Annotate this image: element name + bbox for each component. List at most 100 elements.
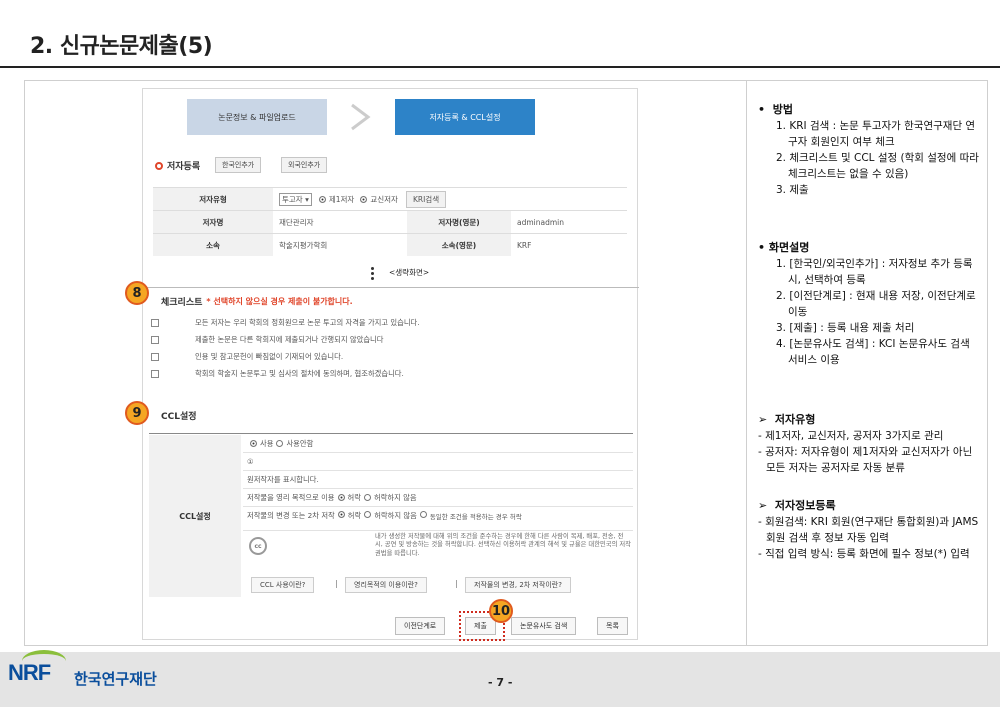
type-controls: 투고자 ▾ 제1저자 교신저자 KRI검색	[275, 188, 627, 210]
kri-search-button[interactable]: KRI검색	[405, 190, 447, 208]
method-item: 1. KRI 검색 : 논문 투고자가 한국연구재단 연구자 회원인지 여부 체…	[776, 120, 976, 148]
checkbox[interactable]	[151, 353, 159, 361]
author-row-affiliation: 소속 학술지평가학회 소속(영문) KRF	[153, 233, 627, 256]
screen-heading-text: 화면설명	[768, 241, 810, 254]
commercial-label: 저작물을 영리 목적으로 이용	[247, 492, 335, 502]
org-name: 한국연구재단	[74, 670, 157, 688]
ccl-use-radio[interactable]	[250, 440, 257, 447]
ccl-info-row: ①	[243, 453, 633, 471]
checkbox[interactable]	[151, 319, 159, 327]
name-en-value[interactable]: adminadmin	[513, 211, 627, 233]
checklist-item-label: 학회의 학술지 논문투고 및 심사의 절차에 동의하며, 협조하겠습니다.	[195, 369, 404, 378]
corresponding-radio[interactable]	[360, 195, 368, 203]
change-yes-label: 허락	[347, 511, 362, 520]
nrf-logo: NRF	[8, 660, 51, 685]
commercial-yes-label: 허락	[347, 492, 361, 502]
name-value[interactable]: 재단관리자	[275, 211, 405, 233]
author-info-section: ➢ 저자정보등록 - 회원검색: KRI 회원(연구재단 통합회원)과 JAMS…	[758, 498, 980, 562]
commercial-no-radio[interactable]	[363, 494, 371, 501]
callout-badge-9: 9	[125, 401, 149, 425]
author-type-value: 투고자	[282, 194, 303, 204]
method-item: 2. 체크리스트 및 CCL 설정 (학회 설정에 따라 체크리스트는 없을 수…	[776, 152, 979, 180]
commercial-no-label: 허락하지 않음	[373, 492, 417, 502]
name-label: 저자명	[153, 211, 273, 233]
checklist-item-label: 모든 저자는 우리 학회의 정회원으로 논문 투고의 자격을 가지고 있습니다.	[195, 318, 420, 327]
author-type-select[interactable]: 투고자 ▾	[279, 192, 312, 206]
commercial-yes-radio[interactable]	[337, 494, 345, 501]
first-author-label: 제1저자	[328, 194, 355, 204]
add-foreign-button[interactable]: 외국인추가	[281, 157, 328, 173]
author-type-item: - 공저자: 저자유형이 제1저자와 교신저자가 아닌 모든 저자는 공저자로 …	[758, 446, 973, 474]
method-item: 3. 제출	[776, 184, 809, 196]
affil-en-label: 소속(영문)	[407, 234, 511, 256]
checklist-warning: * 선택하지 않으실 경우 제출이 불가합니다.	[206, 297, 353, 306]
similarity-search-button[interactable]: 논문유사도 검색	[511, 617, 577, 635]
creative-commons-icon: cc	[249, 537, 267, 555]
checkbox[interactable]	[151, 336, 159, 344]
callout-badge-8: 8	[125, 281, 149, 305]
corresponding-label: 교신저자	[370, 194, 398, 204]
method-heading: • 방법	[758, 103, 793, 116]
change-label: 저작물의 변경 또는 2차 저작	[247, 511, 335, 520]
omitted-screen-note: <생략화면>	[389, 268, 430, 277]
separator: |	[335, 579, 338, 588]
commercial-info-button[interactable]: 영리목적의 이용이란?	[345, 577, 427, 593]
author-info-heading: ➢ 저자정보등록	[758, 499, 836, 512]
panel-divider	[746, 80, 747, 646]
ccl-attribution-row: 원저작자를 표시합니다.	[243, 471, 633, 489]
screen-item: 1. [한국인/외국인추가] : 저자정보 추가 등록 시, 선택하여 등록	[776, 258, 973, 286]
bullet-circle-icon	[155, 161, 163, 170]
affil-en-value[interactable]: KRF	[513, 234, 627, 256]
add-korean-button[interactable]: 한국인추가	[215, 157, 262, 173]
author-type-section: ➢ 저자유형 - 제1저자, 교신저자, 공저자 3가지로 관리 - 공저자: …	[758, 412, 980, 476]
step-indicator-1: 논문정보 & 파일업로드	[187, 99, 327, 135]
author-type-heading-text: 저자유형	[774, 413, 816, 426]
screen-item: 4. [논문유사도 검색] : KCI 논문유사도 검색 서비스 이용	[776, 338, 970, 366]
first-author-radio[interactable]	[318, 195, 326, 203]
author-type-item: - 제1저자, 교신저자, 공저자 3가지로 관리	[758, 430, 944, 442]
author-type-heading: ➢ 저자유형	[758, 413, 816, 426]
screen-item: 3. [제출] : 등록 내용 제출 처리	[776, 322, 915, 334]
ccl-heading: CCL설정	[161, 412, 197, 422]
author-heading-text: 저자등록	[167, 162, 201, 172]
method-heading-text: 방법	[772, 103, 793, 116]
change-yes-radio[interactable]	[337, 511, 345, 518]
checklist-title: 체크리스트	[161, 298, 203, 308]
change-no-radio[interactable]	[364, 511, 372, 518]
author-info-item: - 직접 입력 방식: 등록 화면에 필수 정보(*) 입력	[758, 548, 970, 560]
ccl-use-label: 사용	[260, 438, 274, 448]
chevron-right-icon	[351, 103, 371, 131]
affil-label: 소속	[153, 234, 273, 256]
ccl-description: 내가 생성한 저작물에 대해 위의 조건을 준수하는 경우에 한해 다른 사람이…	[375, 533, 631, 557]
screen-heading: • 화면설명	[758, 241, 810, 254]
ccl-divider	[149, 433, 633, 434]
title-divider	[0, 66, 1000, 68]
checklist-item[interactable]: 학회의 학술지 논문투고 및 심사의 절차에 동의하며, 협조하겠습니다.	[151, 369, 404, 379]
checklist-item[interactable]: 모든 저자는 우리 학회의 정회원으로 논문 투고의 자격을 가지고 있습니다.	[151, 318, 420, 328]
change-no-label: 허락하지 않음	[374, 511, 417, 520]
ccl-row-label: CCL설정	[149, 435, 241, 597]
checklist-item[interactable]: 제출한 논문은 다른 학회지에 제출되거나 간행되지 않았습니다	[151, 335, 383, 345]
step-indicator-2: 저자등록 & CCL설정	[395, 99, 535, 135]
checklist-item[interactable]: 인용 및 참고문헌이 빠짐없이 기재되어 있습니다.	[151, 352, 343, 362]
checklist-item-label: 제출한 논문은 다른 학회지에 제출되거나 간행되지 않았습니다	[195, 335, 384, 344]
change-same-radio[interactable]	[419, 511, 427, 518]
callout-badge-10: 10	[489, 599, 513, 623]
page-number: - 7 -	[488, 676, 513, 689]
checkbox[interactable]	[151, 370, 159, 378]
checklist-heading: 체크리스트 * 선택하지 않으실 경우 제출이 불가합니다.	[161, 295, 353, 308]
author-section-heading: 저자등록	[155, 159, 200, 172]
ccl-commercial-row: 저작물을 영리 목적으로 이용 허락 허락하지 않음	[243, 489, 633, 507]
ccl-notuse-radio[interactable]	[276, 440, 284, 447]
type-label: 저자유형	[153, 188, 273, 210]
method-section: • 방법 1. KRI 검색 : 논문 투고자가 한국연구재단 연구자 회원인지…	[758, 102, 980, 198]
list-button[interactable]: 목록	[597, 617, 628, 635]
checklist-item-label: 인용 및 참고문헌이 빠짐없이 기재되어 있습니다.	[195, 352, 344, 361]
ccl-what-button[interactable]: CCL 사용이란?	[251, 577, 315, 593]
affil-value[interactable]: 학술지평가학회	[275, 234, 405, 256]
submission-screenshot: 논문정보 & 파일업로드 저자등록 & CCL설정 저자등록 한국인추가 외국인…	[125, 88, 639, 641]
author-info-item: - 회원검색: KRI 회원(연구재단 통합회원)과 JAMS 회원 검색 후 …	[758, 516, 979, 544]
change-info-button[interactable]: 저작물의 변경, 2차 저작이란?	[465, 577, 571, 593]
author-info-heading-text: 저자정보등록	[774, 499, 836, 512]
prev-step-button[interactable]: 이전단계로	[395, 617, 446, 635]
